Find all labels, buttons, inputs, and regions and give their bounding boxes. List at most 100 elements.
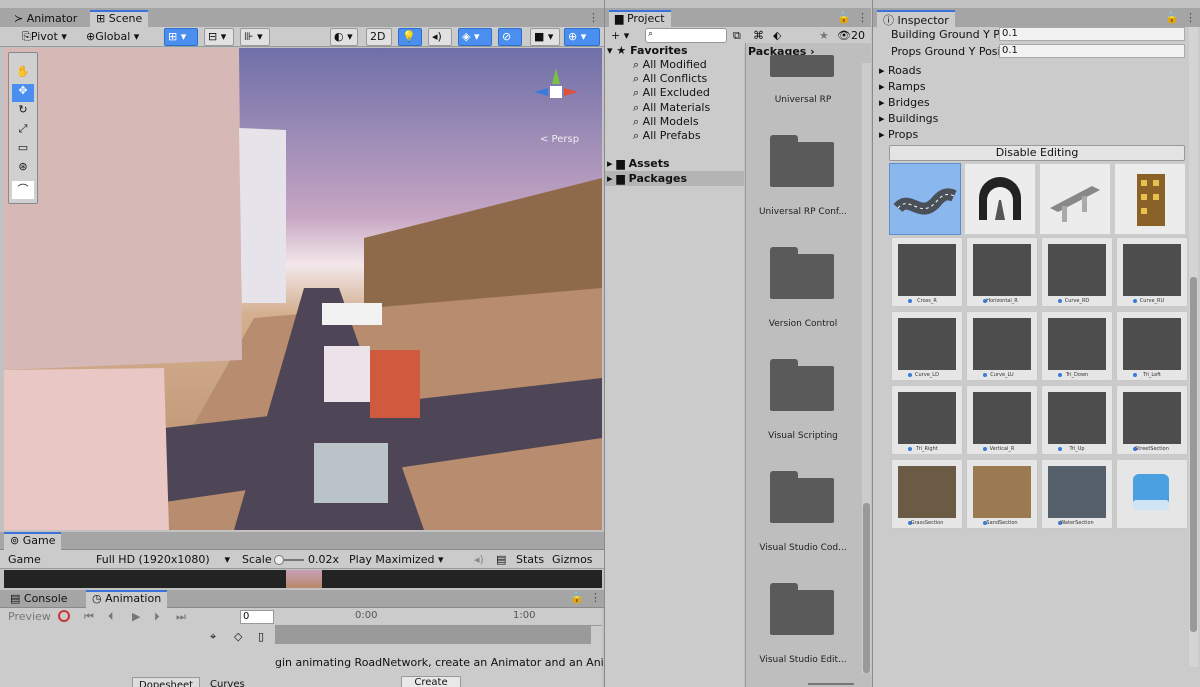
play-mode-dropdown[interactable]: Play Maximized ▾ [345, 551, 448, 569]
fav-item-all-modified[interactable]: ⌕ All Modified [633, 58, 707, 72]
grid-snap-button[interactable]: ⊞ ▾ [164, 28, 198, 46]
folder-visual-studio-code[interactable] [770, 471, 834, 523]
field-building-ground-y-input[interactable]: 0.1 [999, 27, 1185, 41]
persp-label[interactable]: < Persp [540, 134, 579, 145]
project-menu-icon[interactable]: ⋮ [857, 11, 868, 24]
field-props-ground-y-input[interactable]: 0.1 [999, 44, 1185, 58]
scale-tool-icon[interactable]: ⤢ [12, 122, 34, 140]
mute-audio-icon[interactable]: ◂) [470, 551, 488, 569]
transform-tool-icon[interactable]: ⊛ [12, 160, 34, 178]
prefab-curve-rd[interactable]: Curve_RD [1041, 237, 1113, 307]
folder-universal-rp[interactable] [770, 55, 834, 77]
group-props[interactable]: ▸ Props [879, 128, 918, 141]
panel-menu-icon[interactable]: ⋮ [588, 11, 599, 24]
prefab-grass-section[interactable]: GrassSection [891, 459, 963, 529]
lighting-toggle[interactable]: 💡 [398, 28, 422, 46]
prefab-cube[interactable] [1116, 459, 1188, 529]
prefab-horizontal-r[interactable]: Horizontal_R [966, 237, 1038, 307]
tab-scene[interactable]: ⊞ Scene [90, 10, 149, 28]
tab-project[interactable]: ▆ Project [609, 10, 671, 28]
preview-button[interactable]: Preview [4, 608, 55, 626]
move-tool-icon[interactable]: ✥ [12, 84, 34, 102]
category-ramps-button[interactable] [964, 163, 1036, 235]
tab-dopesheet[interactable]: Dopesheet [132, 677, 201, 687]
tab-animator[interactable]: ≻ Animator [8, 10, 83, 28]
global-dropdown[interactable]: ⊕Global ▾ [82, 28, 143, 46]
gizmos-button[interactable]: Gizmos [548, 551, 597, 569]
icon-size-slider[interactable] [808, 683, 854, 685]
tree-item-assets[interactable]: ▸ ▆ Assets [607, 157, 670, 170]
folder-visual-scripting[interactable] [770, 359, 834, 411]
effects-toggle[interactable]: ◈ ▾ [458, 28, 492, 46]
prev-key-icon[interactable]: ⏴ [104, 608, 118, 626]
frame-field[interactable]: 0 [240, 610, 274, 624]
rotate-tool-icon[interactable]: ↻ [12, 103, 34, 121]
group-ramps[interactable]: ▸ Ramps [879, 80, 926, 93]
fav-item-all-prefabs[interactable]: ⌕ All Prefabs [633, 129, 701, 143]
next-key-icon[interactable]: ⏵ [150, 608, 164, 626]
draw-mode-button[interactable]: ◐ ▾ [330, 28, 358, 46]
record-button[interactable] [58, 610, 70, 622]
prefab-tri-right[interactable]: Tri_Right [891, 385, 963, 455]
folder-universal-rp-config[interactable] [770, 135, 834, 187]
project-scrollbar[interactable] [862, 63, 871, 673]
add-event-icon[interactable]: ◇ [230, 628, 246, 646]
animation-timeline[interactable]: 0:00 1:00 gin animating RoadNetwork, cre… [275, 608, 635, 687]
hand-tool-icon[interactable]: ✋ [12, 65, 34, 83]
mode-2d-button[interactable]: 2D [366, 28, 392, 46]
inspector-menu-icon[interactable]: ⋮ [1185, 11, 1196, 24]
event-marker-icon[interactable]: ▯ [254, 628, 268, 646]
visibility-toggle[interactable]: ⊘ [498, 28, 522, 46]
inspector-lock-icon[interactable]: 🔒 [1165, 11, 1179, 24]
tab-animation[interactable]: ◷ Animation [86, 590, 168, 608]
last-key-icon[interactable]: ⏭ [172, 608, 190, 626]
category-roads-button[interactable] [889, 163, 961, 235]
create-button[interactable]: Create [401, 676, 461, 687]
prefab-vertical-r[interactable]: Vertical_R [966, 385, 1038, 455]
game-view[interactable] [4, 570, 602, 588]
prefab-cross-r[interactable]: Cross_R [891, 237, 963, 307]
tab-curves[interactable]: Curves [204, 677, 251, 687]
lock-icon[interactable]: 🔒 [570, 591, 584, 604]
play-icon[interactable]: ▶ [128, 608, 144, 626]
scale-slider-handle[interactable] [274, 555, 284, 565]
favorites-header[interactable]: ▾ ★ Favorites [607, 44, 688, 57]
fav-item-all-models[interactable]: ⌕ All Models [633, 115, 699, 129]
animation-menu-icon[interactable]: ⋮ [590, 591, 601, 604]
display-dropdown[interactable]: Game [4, 551, 88, 569]
tree-item-packages[interactable]: ▸ ▆ Packages [605, 171, 744, 186]
audio-toggle[interactable]: ◂) [428, 28, 452, 46]
tab-inspector[interactable]: ⓘ Inspector [877, 10, 955, 28]
project-search-input[interactable]: ⌕ [645, 28, 727, 43]
group-buildings[interactable]: ▸ Buildings [879, 112, 938, 125]
prefab-sand-section[interactable]: SandSection [966, 459, 1038, 529]
prefab-tri-up[interactable]: Tri_Up [1041, 385, 1113, 455]
category-bridges-button[interactable] [1039, 163, 1111, 235]
resolution-dropdown[interactable]: Full HD (1920x1080) ▾ [92, 551, 232, 569]
scale-slider[interactable] [274, 555, 304, 565]
prefab-street-section[interactable]: StreetSection [1116, 385, 1188, 455]
prefab-water-section[interactable]: WaterSection [1041, 459, 1113, 529]
camera-dropdown[interactable]: ■ ▾ [530, 28, 560, 46]
folder-version-control[interactable] [770, 247, 834, 299]
inspector-scrollbar[interactable] [1189, 27, 1198, 667]
add-keyframe-icon[interactable]: ⌖ [206, 628, 220, 646]
snap-settings-button[interactable]: ⊟ ▾ [204, 28, 234, 46]
fav-item-all-materials[interactable]: ⌕ All Materials [633, 101, 710, 115]
group-roads[interactable]: ▸ Roads [879, 64, 921, 77]
category-buildings-button[interactable] [1114, 163, 1186, 235]
stats-button[interactable]: Stats [512, 551, 548, 569]
custom-tool-icon[interactable]: ⌒ [12, 181, 34, 199]
pivot-dropdown[interactable]: ⎘Pivot ▾ [18, 28, 71, 46]
group-bridges[interactable]: ▸ Bridges [879, 96, 930, 109]
increment-snap-button[interactable]: ⊪ ▾ [240, 28, 270, 46]
scene-viewport[interactable]: < Persp ✋ ✥ ↻ ⤢ ▭ ⊛ ⌒ [4, 48, 602, 530]
prefab-curve-lu[interactable]: Curve_LU [966, 311, 1038, 381]
first-key-icon[interactable]: ⏮ [80, 608, 98, 626]
fav-item-all-conflicts[interactable]: ⌕ All Conflicts [633, 72, 707, 86]
prefab-tri-down[interactable]: Tri_Down [1041, 311, 1113, 381]
tab-console[interactable]: ▤ Console [4, 590, 74, 608]
stats-grid-icon[interactable]: ▤ [492, 551, 510, 569]
folder-visual-studio-editor[interactable] [770, 583, 834, 635]
prefab-curve-ld[interactable]: Curve_LD [891, 311, 963, 381]
